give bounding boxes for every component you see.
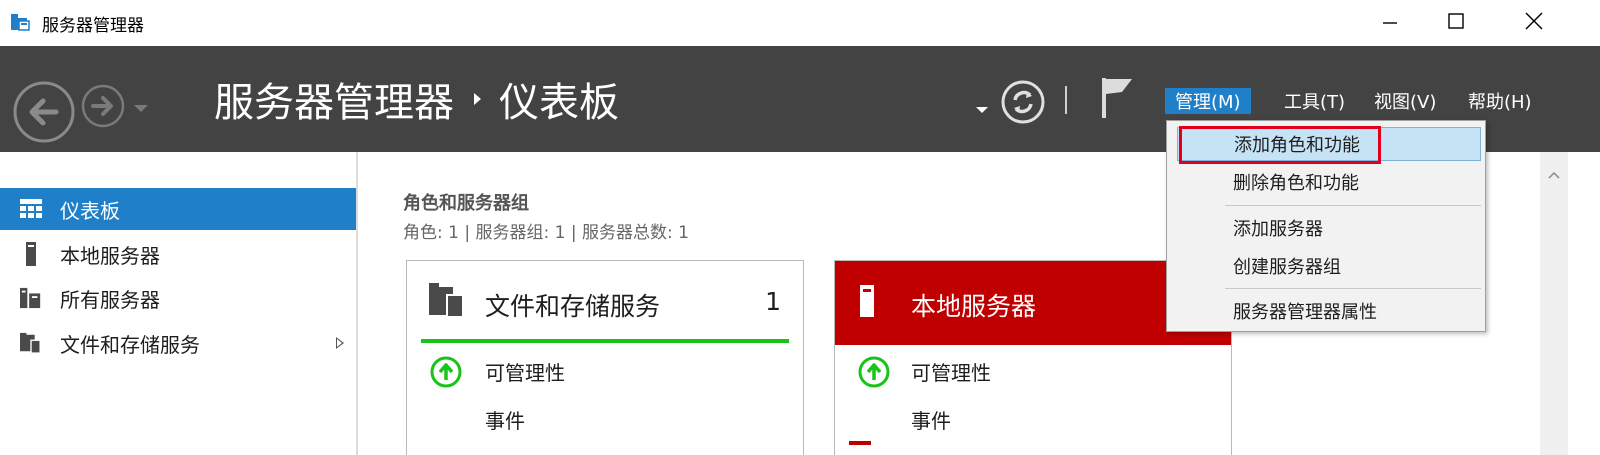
sidebar-item-local-server[interactable]: 本地服务器 [0, 233, 356, 275]
close-button[interactable] [1504, 0, 1564, 42]
dashboard-grid-icon [20, 198, 42, 220]
submenu-arrow-icon[interactable] [336, 337, 344, 349]
scroll-up-arrow-icon[interactable] [1548, 164, 1560, 183]
menu-help[interactable]: 帮助(H) [1468, 88, 1532, 114]
card-count: 1 [765, 287, 781, 316]
window-titlebar: 服务器管理器 [0, 0, 1600, 46]
card-row-manageability[interactable]: 可管理性 [835, 355, 1231, 388]
card-row-label: 可管理性 [485, 361, 565, 385]
card-row-label: 事件 [485, 409, 525, 433]
card-row-label: 事件 [911, 409, 951, 433]
sidebar-item-label: 文件和存储服务 [60, 332, 200, 357]
menu-item-add-servers[interactable]: 添加服务器 [1177, 211, 1481, 245]
servers-icon [20, 287, 42, 309]
forward-arrow-icon[interactable] [80, 83, 126, 133]
card-row-events[interactable]: 事件 [407, 403, 803, 433]
sidebar-item-file-storage[interactable]: 文件和存储服务 [0, 322, 356, 364]
card-title: 文件和存储服务 [485, 292, 661, 321]
card-title: 本地服务器 [911, 292, 1037, 321]
minimize-button[interactable] [1360, 0, 1420, 42]
window-title: 服务器管理器 [42, 16, 144, 36]
notifications-flag-icon[interactable] [1100, 76, 1136, 122]
menu-view[interactable]: 视图(V) [1374, 88, 1436, 114]
refresh-icon[interactable] [1000, 79, 1046, 129]
menu-item-label: 服务器管理器属性 [1233, 302, 1377, 323]
breadcrumb: 服务器管理器 仪表板 [214, 70, 619, 128]
manage-dropdown-menu: 添加角色和功能 删除角色和功能 添加服务器 创建服务器组 服务器管理器属性 [1166, 120, 1486, 332]
sidebar-item-label: 所有服务器 [60, 287, 160, 312]
server-icon [857, 283, 877, 323]
menu-item-create-server-group[interactable]: 创建服务器组 [1177, 249, 1481, 283]
nav-history-dropdown-icon[interactable] [134, 98, 148, 117]
file-storage-icon [429, 283, 467, 323]
menu-item-label: 创建服务器组 [1233, 257, 1341, 278]
back-arrow-icon[interactable] [12, 80, 76, 148]
menu-item-server-manager-properties[interactable]: 服务器管理器属性 [1177, 294, 1481, 328]
card-row-events[interactable]: 事件 [835, 403, 1231, 433]
vertical-scrollbar[interactable] [1540, 152, 1568, 455]
card-row-label: 可管理性 [911, 361, 991, 385]
menu-separator [1225, 288, 1481, 289]
header-dropdown-icon[interactable] [976, 100, 988, 119]
maximize-button[interactable] [1426, 0, 1486, 42]
sidebar-item-all-servers[interactable]: 所有服务器 [0, 277, 356, 319]
sidebar: 仪表板 本地服务器 所有服务器 文件和存储服务 [0, 152, 358, 455]
section-subtitle: 角色: 1 | 服务器组: 1 | 服务器总数: 1 [403, 223, 689, 243]
file-storage-icon [20, 332, 42, 354]
status-bar-green [421, 339, 789, 343]
breadcrumb-current: 仪表板 [499, 80, 619, 126]
server-manager-app-icon [10, 12, 30, 32]
status-up-icon [857, 355, 891, 394]
card-header[interactable]: 文件和存储服务 1 [407, 261, 803, 345]
sidebar-item-label: 本地服务器 [60, 243, 160, 268]
menu-item-remove-roles-features[interactable]: 删除角色和功能 [1177, 165, 1481, 199]
menu-item-label: 添加服务器 [1233, 219, 1323, 240]
minimize-icon [1380, 11, 1400, 31]
menu-tools[interactable]: 工具(T) [1284, 88, 1345, 114]
breadcrumb-separator-icon [474, 93, 481, 105]
server-icon [20, 242, 42, 266]
role-card-file-storage[interactable]: 文件和存储服务 1 可管理性 事件 [406, 260, 804, 455]
sidebar-item-dashboard[interactable]: 仪表板 [0, 188, 356, 230]
breadcrumb-root[interactable]: 服务器管理器 [214, 70, 454, 128]
highlight-annotation-box [1179, 126, 1381, 164]
maximize-icon [1446, 11, 1466, 31]
menu-separator [1225, 205, 1481, 206]
card-row-manageability[interactable]: 可管理性 [407, 355, 803, 388]
section-title: 角色和服务器组 [403, 193, 529, 214]
close-icon [1524, 11, 1544, 31]
status-bar-red [849, 441, 871, 445]
status-up-icon [429, 355, 463, 394]
menu-manage[interactable]: 管理(M) [1165, 88, 1251, 114]
header-divider [1065, 86, 1067, 114]
sidebar-item-label: 仪表板 [60, 198, 120, 223]
menu-item-label: 删除角色和功能 [1233, 173, 1359, 194]
